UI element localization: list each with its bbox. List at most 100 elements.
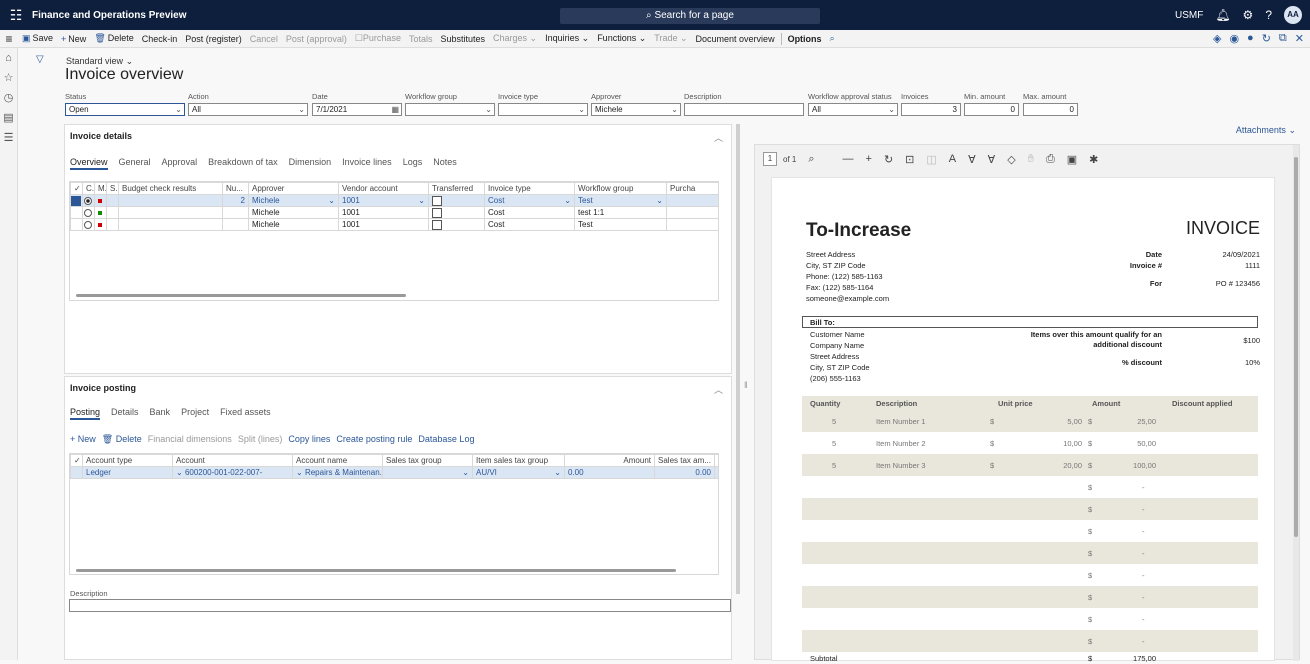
calendar-icon[interactable]: ▦: [391, 104, 399, 115]
row-checkbox[interactable]: [70, 206, 83, 219]
refresh-icon[interactable]: ↻: [1262, 32, 1271, 45]
avatar[interactable]: AA: [1284, 6, 1302, 24]
approver-select[interactable]: Michele ⌄: [591, 103, 681, 116]
cell[interactable]: 0.00: [564, 466, 655, 479]
max-amount-input[interactable]: 0: [1023, 103, 1078, 116]
table-row[interactable]: 2 Michele ⌄ 1001 ⌄ Cost ⌄ Test ⌄: [70, 194, 718, 207]
cell[interactable]: ⌄: [382, 466, 473, 479]
row-radio[interactable]: [82, 194, 95, 207]
column-header[interactable]: Budget check results: [118, 182, 223, 195]
post-approval-button[interactable]: Post (approval): [282, 34, 351, 44]
fit-page-icon[interactable]: ⊡: [905, 153, 914, 166]
min-amount-input[interactable]: 0: [964, 103, 1019, 116]
column-header[interactable]: C...: [82, 182, 95, 195]
invoice-details-header[interactable]: Invoice details: [70, 131, 132, 141]
column-header[interactable]: S...: [106, 182, 119, 195]
help-icon[interactable]: ?: [1265, 8, 1272, 22]
split-lines-button[interactable]: Split (lines): [238, 434, 283, 445]
touch-icon[interactable]: ✋︎: [1028, 153, 1034, 166]
row-checkbox[interactable]: [70, 194, 83, 207]
column-header[interactable]: Workflow group: [574, 182, 667, 195]
horizontal-scrollbar[interactable]: [76, 294, 406, 297]
star-icon[interactable]: ☆: [0, 68, 17, 88]
gear-icon[interactable]: ⚙: [1243, 8, 1254, 22]
cell[interactable]: 1001 ⌄: [338, 194, 429, 207]
tab-approval[interactable]: Approval: [162, 157, 198, 170]
read-aloud-icon[interactable]: A: [949, 153, 956, 165]
home-icon[interactable]: ⌂: [0, 48, 17, 68]
print-icon[interactable]: ⎙: [1046, 153, 1055, 166]
bell-icon[interactable]: 🔔︎: [1215, 8, 1230, 22]
invoice-posting-header[interactable]: Invoice posting: [70, 383, 136, 393]
tab-project[interactable]: Project: [181, 407, 209, 420]
column-header[interactable]: Item sales tax group: [472, 454, 565, 467]
select-all-checkbox[interactable]: ✓: [70, 182, 83, 195]
checkin-button[interactable]: Check-in: [138, 34, 182, 44]
row-checkbox[interactable]: [70, 466, 83, 479]
description-input[interactable]: [684, 103, 804, 116]
database-log-button[interactable]: Database Log: [418, 434, 474, 445]
splitter-grip-icon[interactable]: ‖: [744, 380, 748, 390]
row-radio[interactable]: [82, 206, 95, 219]
app-title[interactable]: Finance and Operations Preview: [32, 10, 187, 21]
clock-icon[interactable]: ◷: [0, 88, 17, 108]
invoice-type-select[interactable]: ⌄: [498, 103, 588, 116]
company-picker[interactable]: USMF: [1175, 10, 1203, 21]
table-row[interactable]: Michele 1001 Cost test 1:1: [70, 206, 718, 219]
status-select[interactable]: Open ⌄: [65, 103, 185, 116]
draw-icon[interactable]: ∀: [968, 153, 976, 166]
column-header[interactable]: Sales tax group: [382, 454, 473, 467]
column-header[interactable]: Account type: [82, 454, 173, 467]
office-icon[interactable]: ◉: [1229, 32, 1239, 45]
tab-invoice-lines[interactable]: Invoice lines: [342, 157, 392, 170]
column-header[interactable]: Sales tax am...: [654, 454, 715, 467]
options-tab[interactable]: Options: [784, 34, 826, 44]
row-radio[interactable]: [82, 218, 95, 231]
workflow-group-select[interactable]: ⌄: [405, 103, 495, 116]
column-header[interactable]: Transferred: [428, 182, 485, 195]
cell[interactable]: ⌄ 600200-001-022-007-: [172, 466, 293, 479]
description-input[interactable]: [69, 599, 731, 612]
post-register-button[interactable]: Post (register): [181, 34, 246, 44]
functions-menu[interactable]: Functions ⌄: [593, 33, 650, 44]
workflow-status-select[interactable]: All ⌄: [808, 103, 898, 116]
search-icon[interactable]: ⌕: [826, 33, 839, 44]
cell[interactable]: Test ⌄: [574, 194, 667, 207]
create-posting-rule-button[interactable]: Create posting rule: [336, 434, 412, 445]
search-box[interactable]: ⌕ Search for a page: [560, 8, 820, 24]
inquiries-menu[interactable]: Inquiries ⌄: [541, 33, 593, 44]
document-overview-button[interactable]: Document overview: [692, 34, 779, 44]
tab-breakdown-of-tax[interactable]: Breakdown of tax: [208, 157, 278, 170]
column-header[interactable]: Amount: [564, 454, 655, 467]
two-page-icon[interactable]: ◫: [926, 153, 936, 166]
delete-line-button[interactable]: 🗑︎ Delete: [102, 434, 142, 445]
column-header[interactable]: Purcha: [666, 182, 718, 195]
cell[interactable]: [428, 194, 485, 207]
column-header[interactable]: M...: [94, 182, 107, 195]
column-header[interactable]: Account name: [292, 454, 383, 467]
transferred-checkbox[interactable]: [432, 195, 442, 206]
viewer-vertical-scrollbar[interactable]: [1293, 145, 1299, 661]
pin-icon[interactable]: ✱: [1089, 153, 1098, 166]
cell[interactable]: ⌄ Repairs & Maintenan...: [292, 466, 383, 479]
save-button[interactable]: ▣ Save: [18, 33, 57, 44]
new-button[interactable]: + New: [57, 34, 90, 44]
modules-icon[interactable]: ☰: [0, 128, 17, 148]
horizontal-scrollbar[interactable]: [76, 569, 676, 572]
scroll-thumb[interactable]: [1294, 157, 1298, 537]
cell[interactable]: Michele ⌄: [248, 194, 339, 207]
column-header[interactable]: Vendor account: [338, 182, 429, 195]
trade-menu[interactable]: Trade ⌄: [650, 33, 691, 44]
column-header[interactable]: U:: [714, 454, 718, 467]
copy-lines-button[interactable]: Copy lines: [288, 434, 330, 445]
popout-icon[interactable]: ⧉: [1279, 32, 1287, 45]
cell[interactable]: Cost ⌄: [484, 194, 575, 207]
table-row[interactable]: Michele 1001 Cost Test: [70, 218, 718, 231]
tab-logs[interactable]: Logs: [403, 157, 423, 170]
search-icon[interactable]: ⌕: [808, 153, 814, 166]
table-row[interactable]: Ledger ⌄ 600200-001-022-007- ⌄ Repairs &…: [70, 466, 718, 479]
attachment-icon[interactable]: ●: [1247, 32, 1254, 45]
save-icon[interactable]: ▣: [1067, 153, 1077, 166]
date-input[interactable]: 7/1/2021 ▦: [312, 103, 402, 116]
column-header[interactable]: Nu...: [222, 182, 249, 195]
